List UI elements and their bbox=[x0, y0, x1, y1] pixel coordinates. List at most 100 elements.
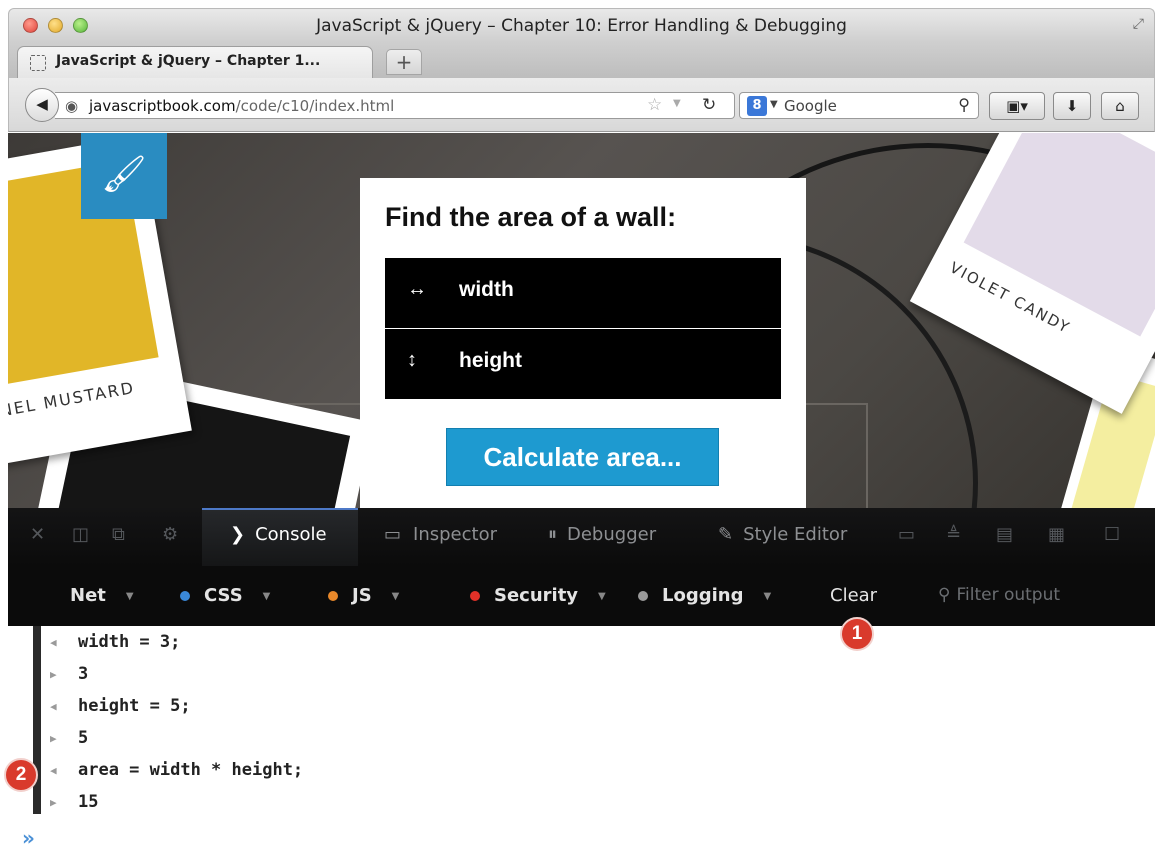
console-line-text: 3 bbox=[78, 664, 89, 684]
web-page: ONEL MUSTARD 🖌 VIOLET CANDY Find the are… bbox=[8, 133, 1155, 508]
tab-title: JavaScript & jQuery – Chapter 1... bbox=[56, 53, 321, 69]
filter-output-placeholder: Filter output bbox=[956, 585, 1061, 605]
input-arrow-icon: ◀ bbox=[50, 635, 57, 649]
console-line: ◀ area = width * height; bbox=[50, 760, 303, 780]
address-bar[interactable]: ◉ javascriptbook.com/code/c10/index.html… bbox=[55, 92, 735, 119]
tab-inspector-label: Inspector bbox=[413, 524, 497, 545]
downloads-button[interactable]: ⬇ bbox=[1053, 92, 1091, 120]
inspector-icon: ▭ bbox=[384, 524, 402, 545]
undock-icon[interactable]: ⧉ bbox=[112, 524, 125, 545]
bookmark-star-icon[interactable]: ☆ bbox=[647, 95, 662, 115]
filter-js-button[interactable]: JS ▼ bbox=[328, 585, 399, 606]
violet-swatch bbox=[963, 133, 1155, 337]
console-line: ▶ 3 bbox=[50, 664, 88, 684]
width-input[interactable]: ↔ width bbox=[385, 258, 781, 328]
console-line: ▶ 5 bbox=[50, 728, 88, 748]
reload-icon[interactable]: ↻ bbox=[702, 95, 716, 115]
console-line-text: 15 bbox=[78, 792, 99, 812]
console-line-text: height = 5; bbox=[78, 696, 191, 716]
bookmarks-icon: ▣▾ bbox=[1006, 97, 1028, 115]
back-button[interactable]: ◀ bbox=[25, 88, 59, 122]
search-bar[interactable]: 8 ▼ Google ⚲ bbox=[739, 92, 979, 119]
toggle-split-console-icon[interactable]: ☐ bbox=[1104, 524, 1120, 545]
logging-dropdown-icon[interactable]: ▼ bbox=[763, 591, 771, 602]
tab-debugger[interactable]: ⏸ Debugger bbox=[548, 524, 656, 545]
js-dot-icon bbox=[328, 591, 338, 601]
navigation-bar: ◉ javascriptbook.com/code/c10/index.html… bbox=[8, 78, 1155, 132]
console-line: ◀ height = 5; bbox=[50, 696, 191, 716]
console-output: ◀ width = 3; ▶ 3 ◀ height = 5; ▶ 5 ◀ area = w… bbox=[8, 626, 1155, 850]
tab-style-editor-label: Style Editor bbox=[743, 524, 848, 545]
close-devtools-icon[interactable]: ✕ bbox=[30, 524, 45, 545]
url-domain: javascriptbook.com bbox=[89, 97, 236, 115]
search-icon[interactable]: ⚲ bbox=[958, 95, 970, 114]
css-dropdown-icon[interactable]: ▼ bbox=[263, 591, 271, 602]
annotation-marker-2: 2 bbox=[4, 758, 38, 792]
calculate-area-button[interactable]: Calculate area... bbox=[446, 428, 719, 486]
download-arrow-icon: ⬇ bbox=[1065, 97, 1079, 115]
console-line: ◀ width = 3; bbox=[50, 632, 180, 652]
debugger-icon: ⏸ bbox=[548, 524, 557, 545]
filter-logging-label: Logging bbox=[662, 585, 744, 606]
input-arrow-icon: ◀ bbox=[50, 763, 57, 777]
paintbrush-icon: 🖌 bbox=[81, 133, 167, 219]
console-prompt[interactable]: » bbox=[22, 826, 35, 850]
history-dropdown-icon[interactable]: ▼ bbox=[673, 98, 681, 109]
tab-inspector[interactable]: ▭ Inspector bbox=[384, 524, 497, 545]
search-engine-dropdown-icon[interactable]: ▼ bbox=[770, 99, 778, 110]
settings-gear-icon[interactable]: ⚙ bbox=[162, 524, 178, 545]
vertical-arrows-icon: ↕ bbox=[407, 349, 417, 371]
style-editor-icon: ✎ bbox=[718, 524, 734, 545]
url-text: javascriptbook.com/code/c10/index.html bbox=[89, 97, 394, 115]
output-arrow-icon: ▶ bbox=[50, 795, 57, 809]
net-dropdown-icon[interactable]: ▼ bbox=[126, 591, 134, 602]
filter-logging-button[interactable]: Logging ▼ bbox=[638, 585, 771, 606]
devtools-toolbar: ✕ ◫ ⧉ ⚙ ❯ Console ▭ Inspector ⏸ Debugger ✎ S… bbox=[8, 508, 1155, 566]
tab-bar: JavaScript & jQuery – Chapter 1... + bbox=[8, 42, 1155, 78]
site-identity-icon[interactable]: ◉ bbox=[65, 97, 78, 115]
css-dot-icon bbox=[180, 591, 190, 601]
filter-css-button[interactable]: CSS ▼ bbox=[180, 585, 270, 606]
home-icon: ⌂ bbox=[1115, 97, 1125, 115]
horizontal-arrows-icon: ↔ bbox=[407, 278, 427, 300]
console-line-text: width = 3; bbox=[78, 632, 181, 652]
home-button[interactable]: ⌂ bbox=[1101, 92, 1139, 120]
width-placeholder: width bbox=[459, 278, 514, 301]
back-arrow-icon: ◀ bbox=[36, 95, 48, 113]
paint-flashing-icon[interactable]: ≜ bbox=[946, 524, 961, 545]
tab-console[interactable]: ❯ Console bbox=[230, 524, 327, 545]
3d-view-icon[interactable]: ▦ bbox=[1048, 524, 1065, 545]
js-dropdown-icon[interactable]: ▼ bbox=[392, 591, 400, 602]
security-dropdown-icon[interactable]: ▼ bbox=[598, 591, 606, 602]
dock-side-icon[interactable]: ◫ bbox=[72, 524, 89, 545]
output-arrow-icon: ▶ bbox=[50, 731, 57, 745]
tab-style-editor[interactable]: ✎ Style Editor bbox=[718, 524, 847, 545]
url-path: /code/c10/index.html bbox=[235, 97, 395, 115]
filter-css-label: CSS bbox=[204, 585, 243, 606]
console-chevron-icon: ❯ bbox=[230, 524, 246, 545]
mustard-card-label: ONEL MUSTARD bbox=[8, 377, 137, 423]
area-calculator-panel: Find the area of a wall: ↔ width ↕ heigh… bbox=[360, 178, 806, 508]
logging-dot-icon bbox=[638, 591, 648, 601]
new-tab-button[interactable]: + bbox=[386, 49, 422, 75]
filter-security-button[interactable]: Security ▼ bbox=[470, 585, 606, 606]
responsive-view-icon[interactable]: ▭ bbox=[898, 524, 915, 545]
filter-net-button[interactable]: Net ▼ bbox=[70, 585, 134, 606]
filter-net-label: Net bbox=[70, 585, 106, 606]
search-engine-icon[interactable]: 8 bbox=[747, 96, 767, 116]
developer-tools: ✕ ◫ ⧉ ⚙ ❯ Console ▭ Inspector ⏸ Debugger ✎ S… bbox=[8, 508, 1155, 626]
filter-js-label: JS bbox=[352, 585, 372, 606]
security-dot-icon bbox=[470, 591, 480, 601]
filter-output-input[interactable]: ⚲ Filter output bbox=[938, 581, 1138, 609]
height-input[interactable]: ↕ height bbox=[385, 329, 781, 399]
output-arrow-icon: ▶ bbox=[50, 667, 57, 681]
window-title: JavaScript & jQuery – Chapter 10: Error … bbox=[316, 16, 847, 36]
filter-security-label: Security bbox=[494, 585, 579, 606]
height-placeholder: height bbox=[459, 349, 522, 372]
bookmarks-menu-button[interactable]: ▣▾ bbox=[989, 92, 1045, 120]
clear-console-button[interactable]: Clear bbox=[830, 585, 877, 606]
fullscreen-icon[interactable]: ⤢ bbox=[1133, 16, 1144, 32]
window-titlebar: JavaScript & jQuery – Chapter 10: Error … bbox=[8, 8, 1155, 42]
scratchpad-icon[interactable]: ▤ bbox=[996, 524, 1013, 545]
tab-active[interactable]: JavaScript & jQuery – Chapter 1... bbox=[17, 46, 373, 78]
